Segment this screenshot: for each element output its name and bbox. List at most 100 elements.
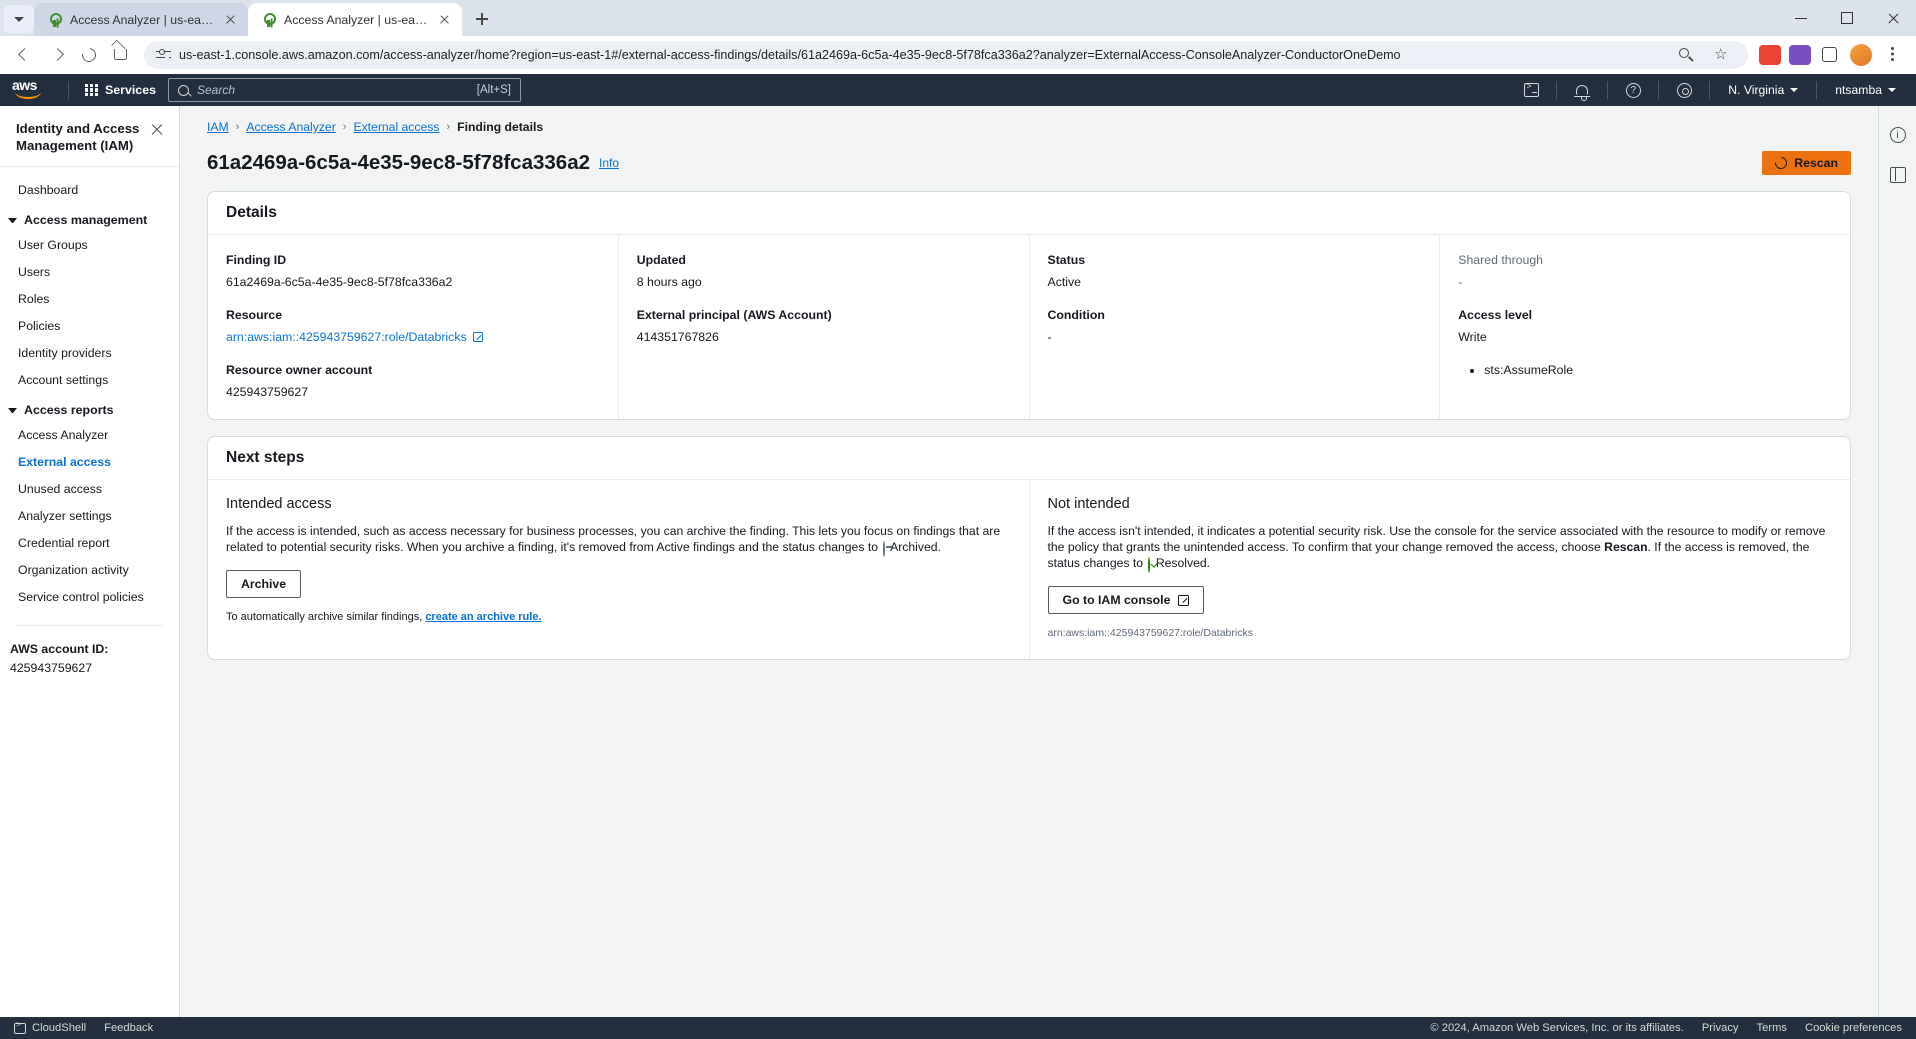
site-settings-icon[interactable] — [156, 49, 171, 62]
aws-search-shortcut: [Alt+S] — [477, 84, 511, 96]
sidebar-item-users[interactable]: Users — [0, 259, 179, 286]
footer-terms-link[interactable]: Terms — [1757, 1022, 1787, 1034]
archive-rule-prefix: To automatically archive similar finding… — [226, 611, 422, 623]
sidebar-item-credential-report[interactable]: Credential report — [0, 530, 179, 557]
access-actions-list: sts:AssumeRole — [1484, 361, 1832, 379]
cloudshell-icon[interactable] — [1516, 77, 1546, 103]
breadcrumb-item-external-access[interactable]: External access — [353, 120, 439, 134]
cloudshell-icon — [14, 1023, 26, 1034]
browser-tab-1[interactable]: Access Analyzer | us-east-1 — [34, 3, 248, 36]
rescan-button-label: Rescan — [1794, 156, 1838, 170]
app-body: Identity and Access Management (IAM) Das… — [0, 106, 1916, 1017]
archive-button[interactable]: Archive — [226, 570, 301, 598]
account-menu[interactable]: ntsamba — [1827, 79, 1904, 101]
search-icon[interactable] — [1672, 41, 1700, 69]
sidebar-group-access-management[interactable]: Access management — [0, 204, 179, 232]
access-level-value: Write — [1458, 328, 1832, 346]
resolved-word: Resolved. — [1156, 556, 1210, 570]
maximize-icon[interactable] — [1824, 0, 1870, 36]
resource-owner-label: Resource owner account — [226, 361, 600, 379]
address-bar[interactable]: us-east-1.console.aws.amazon.com/access-… — [144, 41, 1748, 69]
footer-feedback-link[interactable]: Feedback — [104, 1022, 153, 1034]
sidebar-item-roles[interactable]: Roles — [0, 286, 179, 313]
extension-icon-red[interactable] — [1759, 45, 1781, 65]
page-title: 61a2469a-6c5a-4e35-9ec8-5f78fca336a2 — [207, 151, 590, 175]
updated-label: Updated — [637, 251, 1011, 269]
archived-status-icon — [883, 541, 885, 557]
go-to-iam-console-label: Go to IAM console — [1063, 593, 1171, 607]
close-icon[interactable] — [1870, 0, 1916, 36]
resolved-status-icon — [1148, 557, 1150, 573]
region-selector[interactable]: N. Virginia — [1720, 79, 1806, 101]
services-menu-button[interactable]: Services — [79, 79, 162, 101]
sidebar-item-organization-activity[interactable]: Organization activity — [0, 557, 179, 584]
footer-cloudshell-button[interactable]: CloudShell — [14, 1022, 86, 1034]
puzzle-icon[interactable] — [1816, 41, 1844, 69]
sidebar-item-dashboard[interactable]: Dashboard — [0, 177, 179, 204]
split-panel-icon[interactable] — [1883, 160, 1913, 190]
back-arrow-icon[interactable] — [10, 40, 40, 70]
footer-privacy-link[interactable]: Privacy — [1702, 1022, 1739, 1034]
next-steps-grid: Intended access If the access is intende… — [208, 480, 1850, 659]
main-content: IAM › Access Analyzer › External access … — [180, 106, 1878, 1017]
resource-value: arn:aws:iam::425943759627:role/Databrick… — [226, 328, 467, 346]
services-label: Services — [105, 83, 156, 97]
chevron-down-icon — [1790, 88, 1798, 92]
shared-through-value: - — [1458, 273, 1832, 291]
account-id-value: 425943759627 — [10, 659, 163, 678]
not-intended-arn: arn:aws:iam::425943759627:role/Databrick… — [1048, 627, 1833, 639]
rescan-button[interactable]: Rescan — [1762, 151, 1851, 175]
info-link[interactable]: Info — [599, 156, 619, 170]
star-icon[interactable]: ☆ — [1708, 41, 1736, 69]
extension-icon-purple[interactable] — [1789, 45, 1811, 65]
sidebar-item-identity-providers[interactable]: Identity providers — [0, 340, 179, 367]
close-icon[interactable] — [149, 121, 165, 137]
breadcrumb-item-access-analyzer[interactable]: Access Analyzer — [246, 120, 335, 134]
chevron-down-icon — [14, 17, 24, 22]
resource-link[interactable]: arn:aws:iam::425943759627:role/Databrick… — [226, 328, 600, 346]
create-archive-rule-link[interactable]: create an archive rule. — [425, 611, 541, 623]
sidebar-group-access-reports[interactable]: Access reports — [0, 394, 179, 422]
footer-cookie-preferences-link[interactable]: Cookie preferences — [1805, 1022, 1902, 1034]
resource-label: Resource — [226, 306, 600, 324]
bell-icon[interactable] — [1567, 77, 1597, 103]
sidebar-nav: Dashboard Access management User Groups … — [0, 167, 179, 678]
home-icon[interactable] — [106, 40, 136, 70]
reload-icon[interactable] — [74, 40, 104, 70]
forward-arrow-icon[interactable] — [42, 40, 72, 70]
external-principal-value: 414351767826 — [637, 328, 1011, 346]
avatar[interactable] — [1850, 44, 1872, 66]
details-heading: Details — [208, 192, 1850, 235]
gear-icon[interactable] — [1669, 77, 1699, 103]
tab-search-button[interactable] — [4, 5, 34, 33]
browser-tab-2[interactable]: Access Analyzer | us-east-1 — [248, 3, 462, 36]
close-icon[interactable] — [436, 11, 453, 28]
go-to-iam-console-button[interactable]: Go to IAM console — [1048, 586, 1205, 614]
footer-cloudshell-label: CloudShell — [32, 1022, 86, 1034]
aws-logo[interactable]: aws — [12, 79, 48, 101]
sidebar-item-account-settings[interactable]: Account settings — [0, 367, 179, 394]
sidebar-item-service-control-policies[interactable]: Service control policies — [0, 584, 179, 611]
new-tab-button[interactable] — [468, 5, 496, 33]
aws-search-input[interactable]: Search [Alt+S] — [168, 78, 521, 102]
status-label: Status — [1048, 251, 1422, 269]
breadcrumb-item-iam[interactable]: IAM — [207, 120, 229, 134]
details-column-4: Shared through - Access level Write sts:… — [1439, 235, 1850, 419]
external-principal-label: External principal (AWS Account) — [637, 306, 1011, 324]
kebab-menu-icon[interactable] — [1878, 41, 1906, 69]
sidebar-item-external-access[interactable]: External access — [0, 449, 179, 476]
sidebar-item-analyzer-settings[interactable]: Analyzer settings — [0, 503, 179, 530]
minimize-icon[interactable] — [1778, 0, 1824, 36]
sidebar-item-unused-access[interactable]: Unused access — [0, 476, 179, 503]
sidebar: Identity and Access Management (IAM) Das… — [0, 106, 180, 1017]
not-intended-column: Not intended If the access isn't intende… — [1029, 480, 1851, 659]
sidebar-item-user-groups[interactable]: User Groups — [0, 232, 179, 259]
refresh-icon — [1773, 155, 1790, 172]
close-icon[interactable] — [222, 11, 239, 28]
archive-button-label: Archive — [241, 577, 286, 591]
info-panel-icon[interactable]: i — [1883, 120, 1913, 150]
question-mark-icon[interactable]: ? — [1618, 77, 1648, 103]
sidebar-item-policies[interactable]: Policies — [0, 313, 179, 340]
sidebar-item-access-analyzer[interactable]: Access Analyzer — [0, 422, 179, 449]
breadcrumb-separator: › — [236, 121, 240, 133]
